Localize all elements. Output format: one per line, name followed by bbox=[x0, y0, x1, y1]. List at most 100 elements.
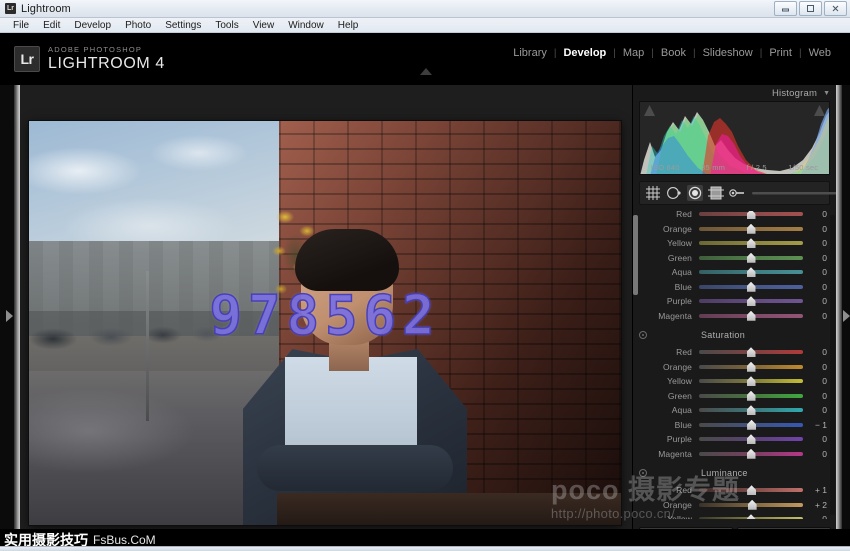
hsl-slider-thumb[interactable] bbox=[747, 514, 756, 519]
hsl-slider-track[interactable] bbox=[699, 394, 803, 398]
hsl-slider-row[interactable]: Red0 bbox=[633, 211, 837, 222]
hsl-slider-thumb[interactable] bbox=[747, 405, 756, 415]
photo-preview[interactable]: 978562 bbox=[29, 121, 621, 525]
hsl-slider-row[interactable]: Aqua0 bbox=[633, 265, 837, 280]
hsl-slider-track[interactable] bbox=[699, 285, 803, 289]
right-panel-collapse-arrow[interactable] bbox=[842, 309, 850, 323]
red-eye-correction-tool-icon[interactable] bbox=[687, 185, 703, 201]
hsl-slider-track[interactable] bbox=[699, 314, 803, 318]
adjustment-brush-tool-icon[interactable] bbox=[729, 185, 745, 201]
hsl-slider-track[interactable] bbox=[699, 503, 803, 507]
hsl-slider-row[interactable]: Purple0 bbox=[633, 294, 837, 309]
hsl-slider-thumb[interactable] bbox=[747, 253, 756, 263]
hsl-slider-row[interactable]: Green0 bbox=[633, 251, 837, 266]
menu-help[interactable]: Help bbox=[331, 19, 366, 32]
left-panel-collapsed[interactable] bbox=[0, 85, 20, 551]
hsl-slider-value[interactable]: 0 bbox=[803, 238, 833, 248]
module-library[interactable]: Library bbox=[506, 47, 554, 59]
crop-overlay-tool-icon[interactable] bbox=[645, 185, 661, 201]
hsl-slider-track[interactable] bbox=[699, 227, 803, 231]
module-print[interactable]: Print bbox=[762, 47, 799, 59]
hsl-slider-row[interactable]: Orange0 bbox=[633, 360, 837, 375]
hsl-slider-value[interactable]: 0 bbox=[803, 282, 833, 292]
hsl-slider-value[interactable]: 0 bbox=[803, 267, 833, 277]
menu-tools[interactable]: Tools bbox=[208, 19, 245, 32]
hsl-slider-row[interactable]: Yellow0 bbox=[633, 374, 837, 389]
module-develop[interactable]: Develop bbox=[556, 47, 613, 59]
hsl-slider-row[interactable]: Orange0 bbox=[633, 222, 837, 237]
menu-file[interactable]: File bbox=[6, 19, 36, 32]
hsl-slider-value[interactable]: 0 bbox=[803, 405, 833, 415]
hsl-slider-value[interactable]: 0 bbox=[803, 347, 833, 357]
hsl-slider-track[interactable] bbox=[699, 256, 803, 260]
hsl-slider-thumb[interactable] bbox=[747, 224, 756, 234]
menu-settings[interactable]: Settings bbox=[158, 19, 208, 32]
hsl-slider-thumb[interactable] bbox=[747, 376, 756, 386]
hsl-slider-row[interactable]: Magenta0 bbox=[633, 447, 837, 462]
hsl-slider-row[interactable]: Aqua0 bbox=[633, 403, 837, 418]
hsl-slider-thumb[interactable] bbox=[747, 211, 756, 219]
hsl-slider-track[interactable] bbox=[699, 270, 803, 274]
hsl-slider-row[interactable]: Red0 bbox=[633, 345, 837, 360]
hsl-slider-thumb[interactable] bbox=[747, 267, 756, 277]
module-slideshow[interactable]: Slideshow bbox=[696, 47, 760, 59]
module-map[interactable]: Map bbox=[616, 47, 651, 59]
hsl-slider-thumb[interactable] bbox=[748, 500, 757, 510]
hsl-slider-row[interactable]: Magenta0 bbox=[633, 309, 837, 324]
hsl-slider-row[interactable]: Yellow0 bbox=[633, 512, 837, 519]
hsl-slider-value[interactable]: 0 bbox=[803, 224, 833, 234]
menu-view[interactable]: View bbox=[246, 19, 282, 32]
menu-photo[interactable]: Photo bbox=[118, 19, 158, 32]
histogram-panel-header[interactable]: Histogram ▼ bbox=[633, 85, 836, 101]
hsl-slider-thumb[interactable] bbox=[747, 434, 756, 444]
menu-edit[interactable]: Edit bbox=[36, 19, 67, 32]
hsl-slider-row[interactable]: Blue0 bbox=[633, 280, 837, 295]
graduated-filter-tool-icon[interactable] bbox=[708, 185, 724, 201]
hsl-slider-thumb[interactable] bbox=[747, 449, 756, 459]
hsl-slider-row[interactable]: Green0 bbox=[633, 389, 837, 404]
hsl-slider-row[interactable]: Red+ 1 bbox=[633, 483, 837, 498]
right-panel-scrollbar-track[interactable] bbox=[830, 215, 835, 515]
hsl-slider-track[interactable] bbox=[699, 452, 803, 456]
hsl-slider-value[interactable]: 0 bbox=[803, 514, 833, 519]
hsl-slider-value[interactable]: 0 bbox=[803, 296, 833, 306]
hsl-slider-value[interactable]: 0 bbox=[803, 311, 833, 321]
left-panel-expand-arrow[interactable] bbox=[6, 309, 13, 327]
hsl-slider-track[interactable] bbox=[699, 379, 803, 383]
hsl-slider-thumb[interactable] bbox=[747, 311, 756, 321]
hsl-slider-track[interactable] bbox=[699, 517, 803, 519]
hsl-slider-track[interactable] bbox=[699, 488, 803, 492]
menu-develop[interactable]: Develop bbox=[67, 19, 118, 32]
module-web[interactable]: Web bbox=[802, 47, 838, 59]
right-panel-scrollbar-thumb[interactable] bbox=[633, 215, 638, 295]
identity-plate[interactable]: Lr ADOBE PHOTOSHOP LIGHTROOM 4 bbox=[14, 46, 165, 72]
module-book[interactable]: Book bbox=[654, 47, 693, 59]
hsl-slider-thumb[interactable] bbox=[747, 238, 756, 248]
hsl-slider-value[interactable]: 0 bbox=[803, 434, 833, 444]
hsl-color-panel[interactable]: HueRed0Orange0Yellow0Green0Aqua0Blue0Pur… bbox=[633, 211, 837, 519]
hsl-slider-track[interactable] bbox=[699, 212, 803, 216]
hsl-slider-value[interactable]: 0 bbox=[803, 211, 833, 219]
hsl-slider-thumb[interactable] bbox=[747, 296, 756, 306]
hsl-slider-track[interactable] bbox=[699, 423, 803, 427]
hsl-slider-thumb[interactable] bbox=[747, 362, 756, 372]
hsl-slider-row[interactable]: Orange+ 2 bbox=[633, 498, 837, 513]
hsl-slider-thumb[interactable] bbox=[747, 347, 756, 357]
hsl-slider-track[interactable] bbox=[699, 408, 803, 412]
hsl-slider-value[interactable]: 0 bbox=[803, 362, 833, 372]
hsl-slider-value[interactable]: 0 bbox=[803, 391, 833, 401]
hsl-slider-row[interactable]: Purple0 bbox=[633, 432, 837, 447]
hsl-slider-row[interactable]: Yellow0 bbox=[633, 236, 837, 251]
hsl-slider-value[interactable]: + 2 bbox=[803, 500, 833, 510]
hsl-slider-value[interactable]: − 1 bbox=[803, 420, 833, 430]
target-adjustment-tool-icon[interactable] bbox=[639, 331, 647, 339]
hsl-slider-value[interactable]: 0 bbox=[803, 376, 833, 386]
spot-removal-tool-icon[interactable] bbox=[666, 185, 682, 201]
hsl-slider-row[interactable]: Blue− 1 bbox=[633, 418, 837, 433]
menu-window[interactable]: Window bbox=[281, 19, 331, 32]
top-panel-collapse-arrow[interactable] bbox=[418, 67, 434, 76]
hsl-slider-track[interactable] bbox=[699, 350, 803, 354]
minimize-button[interactable] bbox=[774, 1, 797, 16]
right-panel-collapse-strip[interactable] bbox=[836, 85, 850, 551]
hsl-slider-track[interactable] bbox=[699, 365, 803, 369]
